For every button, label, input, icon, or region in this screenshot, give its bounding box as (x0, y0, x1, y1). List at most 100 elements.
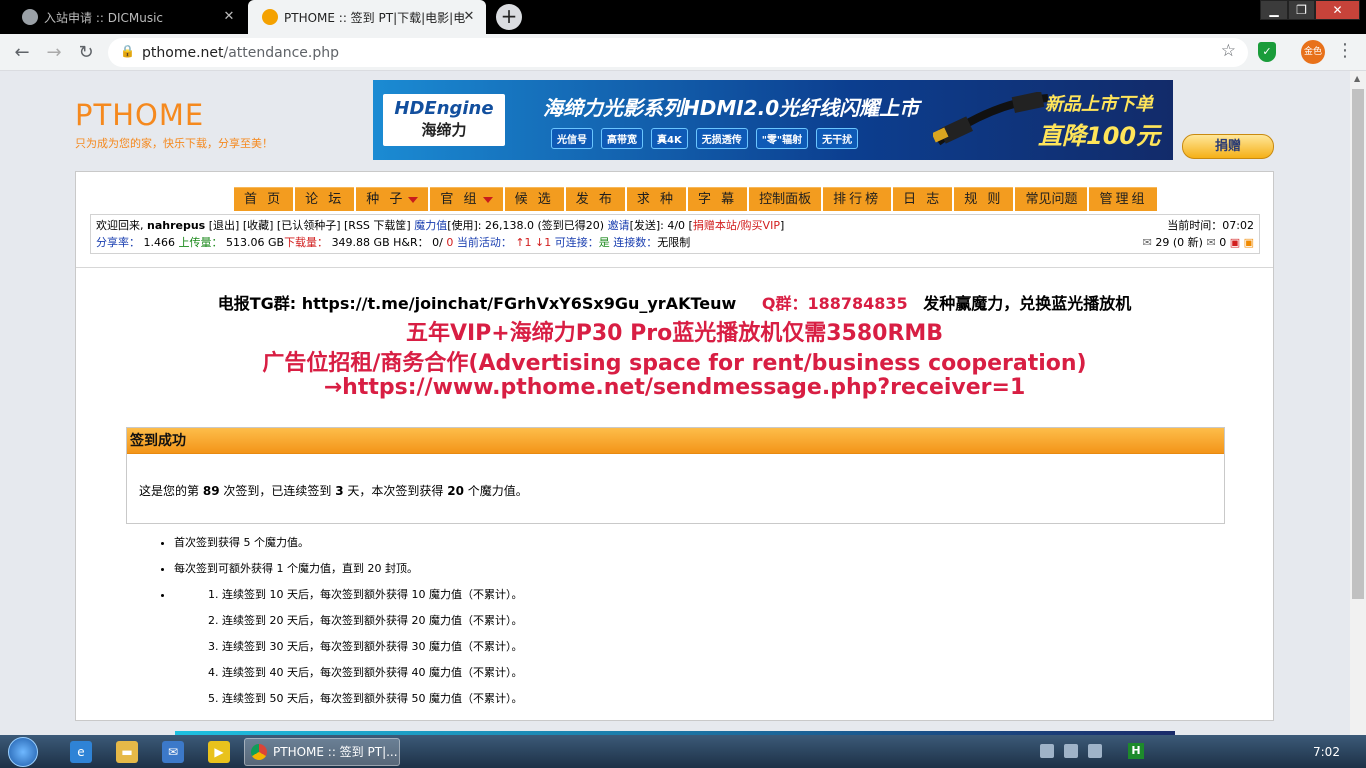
mail-app-icon[interactable]: ✉ (162, 741, 184, 763)
file-explorer-icon[interactable]: ▬ (116, 741, 138, 763)
profile-avatar[interactable]: 金色 (1301, 40, 1325, 64)
tab-dicmusic[interactable]: 入站申请 :: DICMusic ✕ (8, 0, 246, 34)
nav-item-6[interactable]: 求 种 (626, 187, 686, 211)
banner-promo-line1: 新品上市下单 (1045, 94, 1153, 115)
address-bar[interactable]: 🔒 pthome.net/attendance.php ☆ (108, 38, 1248, 67)
page-scrollbar[interactable]: ▲ (1350, 71, 1366, 735)
maximize-button[interactable]: ❐ (1288, 0, 1315, 20)
bonus-rule: 连续签到 40 天后，每次签到额外获得 40 魔力值（不累计）。 (222, 664, 522, 680)
start-button[interactable] (8, 737, 38, 767)
upload-value: 513.06 GB (226, 236, 285, 249)
forward-icon[interactable]: → (42, 41, 66, 65)
invite-link[interactable]: 邀请 (608, 219, 630, 232)
user-info-line2: 分享率： 1.466 上传量： 513.06 GB下载量： 349.88 GB … (96, 236, 691, 249)
rule-item: 首次签到获得 5 个魔力值。 (174, 534, 522, 550)
reload-icon[interactable]: ↻ (74, 41, 98, 65)
nav-item-label: 日 志 (903, 192, 943, 207)
lock-icon: 🔒 (120, 44, 135, 58)
nav-item-label: 发 布 (575, 192, 615, 207)
rss-basket-link[interactable]: [RSS 下载筐] (344, 219, 411, 232)
inbox-icon[interactable]: ✉ (1143, 236, 1152, 249)
logout-link[interactable]: [退出] (209, 219, 240, 232)
nav-item-9[interactable]: 排行榜 (823, 187, 892, 211)
active-value: ↑1 ↓1 (515, 236, 552, 249)
nav-item-5[interactable]: 发 布 (565, 187, 625, 211)
claimed-torrents-link[interactable]: [已认领种子] (277, 219, 341, 232)
site-slogan: 只为成为您的家，快乐下载，分享至美！ (75, 137, 273, 150)
rss-icon[interactable]: ▣ (1244, 236, 1254, 249)
tray-app-icon[interactable]: H (1128, 743, 1144, 759)
bookmark-star-icon[interactable]: ☆ (1221, 41, 1236, 61)
invite-value[interactable]: [发送]: 4/0 [ (630, 219, 693, 232)
nav-item-1[interactable]: 论 坛 (295, 187, 355, 211)
promo-contact-link[interactable]: →https://www.pthome.net/sendmessage.php?… (76, 375, 1273, 400)
nav-item-13[interactable]: 管理组 (1089, 187, 1158, 211)
tab-pthome[interactable]: PTHOME :: 签到 PT|下载|电影|电 ✕ (248, 0, 486, 34)
inbox-count[interactable]: 29 (0 新) (1155, 236, 1203, 249)
nav-item-label: 常见问题 (1025, 192, 1078, 207)
message-counter: ✉ 29 (0 新) ✉ 0 ▣ ▣ (1142, 236, 1254, 249)
hr-value[interactable]: 0/ (432, 236, 443, 249)
tray-expand-icon[interactable] (1088, 744, 1102, 758)
scrollbar-thumb[interactable] (1352, 89, 1364, 599)
keyboard-icon[interactable] (1040, 744, 1054, 758)
url-text: pthome.net/attendance.php (142, 45, 340, 61)
promo-vip-bundle[interactable]: 五年VIP+海缔力P30 Pro蓝光播放机仅需3580RMB (76, 315, 1273, 347)
nav-item-0[interactable]: 首 页 (234, 187, 294, 211)
telegram-link[interactable]: 电报TG群: https://t.me/joinchat/FGrhVxY6Sx9… (218, 294, 737, 313)
nav-item-8[interactable]: 控制面板 (749, 187, 822, 211)
close-window-button[interactable]: ✕ (1315, 0, 1360, 20)
browser-menu-icon[interactable]: ⋮ (1336, 40, 1354, 61)
checkin-title: 签到成功 (127, 428, 1224, 454)
user-info-bar: 欢迎回来, nahrepus [退出] [收藏] [已认领种子] [RSS 下载… (90, 214, 1260, 254)
nav-item-10[interactable]: 日 志 (893, 187, 953, 211)
sent-box-icon[interactable]: ✉ (1206, 236, 1215, 249)
taskbar-chrome-window[interactable]: PTHOME :: 签到 PT|... (244, 738, 400, 766)
scroll-up-icon[interactable]: ▲ (1354, 74, 1360, 83)
chrome-icon (251, 744, 267, 760)
taskbar-clock[interactable]: 7:02 (1313, 745, 1340, 759)
ad-banner[interactable]: HDEngine 海缔力 海缔力光影系列HDMI2.0光纤线闪耀上市 光信号 高… (373, 80, 1173, 160)
close-tab-icon[interactable]: ✕ (460, 8, 478, 26)
username-link[interactable]: nahrepus (147, 219, 205, 232)
bonus-rule: 连续签到 20 天后，每次签到额外获得 20 魔力值（不累计）。 (222, 612, 522, 628)
favorites-link[interactable]: [收藏] (243, 219, 274, 232)
internet-explorer-icon[interactable]: e (70, 741, 92, 763)
checkin-message: 这是您的第 89 次签到，已连续签到 3 天，本次签到获得 20 个魔力值。 (139, 484, 528, 498)
media-player-icon[interactable]: ▶ (208, 741, 230, 763)
nav-item-7[interactable]: 字 幕 (687, 187, 748, 211)
ratio-value: 1.466 (143, 236, 176, 249)
nav-item-12[interactable]: 常见问题 (1015, 187, 1088, 211)
donate-vip-link[interactable]: 捐赠本站/购买VIP (693, 219, 780, 232)
qq-group: Q群：188784835 (761, 294, 908, 313)
nav-item-2[interactable]: 种 子 (356, 187, 429, 211)
back-icon[interactable]: ← (10, 41, 34, 65)
shield-extension-icon[interactable]: ✓ (1258, 42, 1276, 62)
banner-promo-line2: 直降100元 (1038, 122, 1161, 150)
connectable-value: 是 (598, 236, 610, 249)
connections-value: 无限制 (657, 236, 691, 249)
banner-headline: 海缔力光影系列HDMI2.0光纤线闪耀上市 (543, 96, 920, 120)
bonus-rule: 连续签到 50 天后，每次签到额外获得 50 魔力值（不累计）。 (222, 690, 522, 706)
bonus-rule: 连续签到 30 天后，每次签到额外获得 30 魔力值（不累计）。 (222, 638, 522, 654)
friends-icon[interactable]: ▣ (1230, 236, 1240, 249)
site-logo[interactable]: PTHOME (75, 98, 204, 132)
bonus-use-link[interactable]: [使用] (447, 219, 478, 232)
donate-button[interactable]: 捐赠 (1182, 134, 1274, 159)
download-value: 349.88 GB (331, 236, 390, 249)
nav-item-3[interactable]: 官 组 (430, 187, 503, 211)
windows-taskbar: e ▬ ✉ ▶ PTHOME :: 签到 PT|... H 7:02 (0, 735, 1366, 768)
help-icon[interactable] (1064, 744, 1078, 758)
promo-advertising[interactable]: 广告位招租/商务合作(Advertising space for rent/bu… (76, 345, 1273, 377)
nav-item-4[interactable]: 候 选 (504, 187, 564, 211)
minimize-button[interactable]: ▁ (1260, 0, 1288, 20)
new-tab-button[interactable]: + (496, 4, 522, 30)
bonus-link[interactable]: 魔力值 (414, 219, 447, 232)
nav-item-label: 控制面板 (759, 192, 812, 207)
dropdown-caret-icon (482, 196, 493, 203)
nav-item-11[interactable]: 规 则 (954, 187, 1014, 211)
close-tab-icon[interactable]: ✕ (220, 8, 238, 26)
nav-item-label: 首 页 (244, 192, 284, 207)
main-nav-menu: 首 页 论 坛 种 子 官 组 候 选 发 布 求 种 字 幕 控制面板 排行榜 日 志 规 则 常见问… (234, 187, 1158, 211)
nav-item-label: 求 种 (636, 192, 676, 207)
